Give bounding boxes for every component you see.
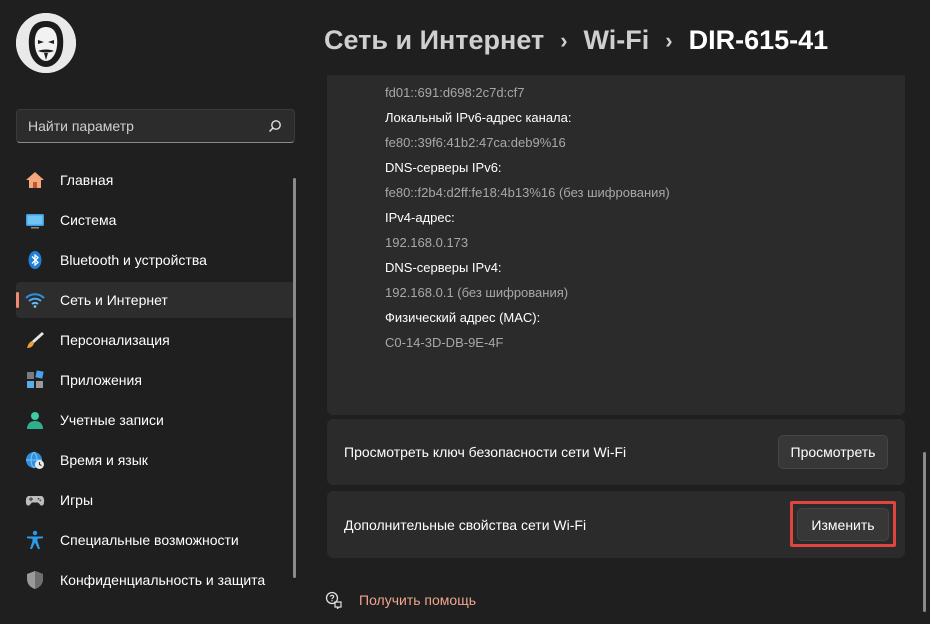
brush-icon bbox=[24, 329, 46, 351]
ipv6-address-value: fd01::691:d698:2c7d:cf7 bbox=[385, 85, 525, 100]
ipv4-address-value: 192.168.0.173 bbox=[385, 235, 469, 250]
home-icon bbox=[24, 169, 46, 191]
sidebar-item-label: Сеть и Интернет bbox=[60, 292, 168, 308]
page-title: DIR-615-41 bbox=[688, 25, 829, 55]
sidebar-item-bluetooth[interactable]: Bluetooth и устройства bbox=[16, 242, 296, 278]
sidebar-item-time-language[interactable]: Время и язык bbox=[16, 442, 296, 478]
shield-icon bbox=[24, 569, 46, 591]
sidebar-item-label: Приложения bbox=[60, 372, 142, 388]
sidebar-item-system[interactable]: Система bbox=[16, 202, 296, 238]
sidebar-item-label: Система bbox=[60, 212, 117, 228]
breadcrumb-wifi[interactable]: Wi-Fi bbox=[584, 25, 650, 56]
network-properties-panel: fd01::691:d698:2c7d:cf7 Локальный IPv6-а… bbox=[327, 75, 905, 415]
monitor-icon bbox=[24, 209, 46, 231]
sidebar-item-network[interactable]: Сеть и Интернет bbox=[16, 282, 296, 318]
main-scrollbar[interactable] bbox=[923, 452, 926, 612]
active-indicator bbox=[16, 292, 19, 308]
search-box[interactable] bbox=[16, 109, 295, 143]
sidebar-item-label: Специальные возможности bbox=[60, 532, 239, 548]
sidebar-item-accessibility[interactable]: Специальные возможности bbox=[16, 522, 296, 558]
breadcrumb-network[interactable]: Сеть и Интернет bbox=[324, 25, 544, 56]
mac-address-value: C0-14-3D-DB-9E-4F bbox=[385, 335, 504, 350]
sidebar-item-privacy[interactable]: Конфиденциальность и защита bbox=[16, 562, 296, 598]
sidebar-item-label: Время и язык bbox=[60, 452, 148, 468]
sidebar-item-apps[interactable]: Приложения bbox=[16, 362, 296, 398]
search-input[interactable] bbox=[17, 110, 257, 142]
sidebar-item-label: Персонализация bbox=[60, 332, 170, 348]
search-icon[interactable] bbox=[268, 119, 282, 133]
advanced-properties-text: Дополнительные свойства сети Wi-Fi bbox=[344, 517, 587, 533]
get-help-link[interactable]: Получить помощь bbox=[325, 591, 476, 609]
globe-clock-icon bbox=[24, 449, 46, 471]
dns-ipv4-value: 192.168.0.1 (без шифрования) bbox=[385, 285, 569, 300]
help-chat-icon bbox=[325, 591, 342, 609]
dns-ipv6-value: fe80::f2b4:d2ff:fe18:4b13%16 (без шифров… bbox=[385, 185, 670, 200]
accessibility-icon bbox=[24, 529, 46, 551]
sidebar-item-gaming[interactable]: Игры bbox=[16, 482, 296, 518]
person-icon bbox=[24, 409, 46, 431]
ipv4-address-label: IPv4-адрес: bbox=[385, 210, 455, 225]
get-help-label[interactable]: Получить помощь bbox=[359, 592, 476, 608]
sidebar-item-accounts[interactable]: Учетные записи bbox=[16, 402, 296, 438]
sidebar-item-label: Главная bbox=[60, 172, 114, 188]
linklocal-ipv6-label: Локальный IPv6-адрес канала: bbox=[385, 110, 572, 125]
sidebar-item-label: Игры bbox=[60, 492, 94, 508]
dns-ipv4-label: DNS-серверы IPv4: bbox=[385, 260, 502, 275]
sidebar-item-label: Конфиденциальность и защита bbox=[60, 572, 266, 588]
sidebar-item-home[interactable]: Главная bbox=[16, 162, 296, 198]
breadcrumb: Сеть и Интернет › Wi-Fi › DIR-615-41 bbox=[324, 25, 828, 56]
view-key-button[interactable]: Просмотреть bbox=[778, 435, 888, 469]
dns-ipv6-label: DNS-серверы IPv6: bbox=[385, 160, 502, 175]
sidebar-item-label: Учетные записи bbox=[60, 412, 164, 428]
linklocal-ipv6-value: fe80::39f6:41b2:47ca:deb9%16 bbox=[385, 135, 566, 150]
highlight-frame bbox=[790, 501, 896, 547]
avatar[interactable] bbox=[16, 13, 76, 73]
chevron-right-icon: › bbox=[665, 27, 673, 53]
security-key-card: Просмотреть ключ безопасности сети Wi-Fi… bbox=[327, 419, 905, 485]
bluetooth-icon bbox=[24, 249, 46, 271]
mask-avatar-image bbox=[16, 13, 76, 73]
sidebar-scrollbar[interactable] bbox=[293, 178, 296, 578]
wifi-icon bbox=[24, 289, 46, 311]
apps-icon bbox=[24, 369, 46, 391]
security-key-text: Просмотреть ключ безопасности сети Wi-Fi bbox=[344, 444, 627, 460]
sidebar-item-personalization[interactable]: Персонализация bbox=[16, 322, 296, 358]
sidebar-nav: Главная Система Bluetooth и устройства С… bbox=[16, 162, 296, 602]
gamepad-icon bbox=[24, 489, 46, 511]
mac-address-label: Физический адрес (MAC): bbox=[385, 310, 541, 325]
sidebar-item-label: Bluetooth и устройства bbox=[60, 252, 207, 268]
chevron-right-icon: › bbox=[560, 27, 568, 53]
